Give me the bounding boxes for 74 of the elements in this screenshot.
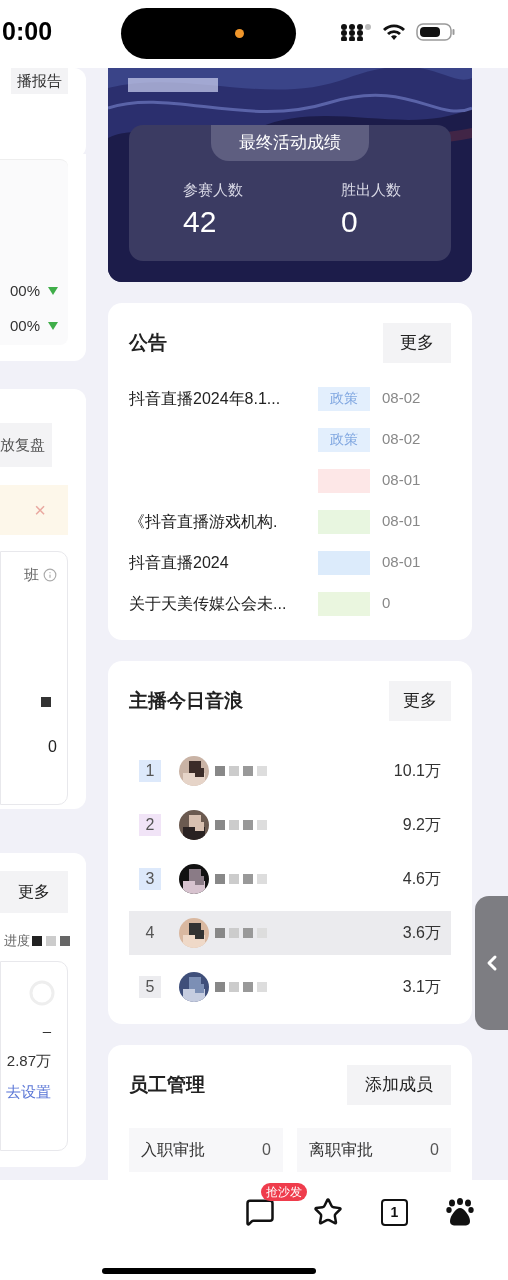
stat-value: 42 bbox=[183, 203, 218, 240]
more-button[interactable]: 更多 bbox=[383, 323, 451, 363]
more-button[interactable]: 更多 bbox=[0, 871, 68, 913]
ratio-value: 00% bbox=[9, 281, 40, 301]
shift-label: 班 bbox=[24, 565, 39, 585]
paw-icon[interactable] bbox=[446, 1198, 474, 1226]
result-title: 最终活动成绩 bbox=[211, 125, 369, 161]
amount-value: 4.6万 bbox=[402, 869, 441, 889]
pixelated-value-drawing bbox=[39, 694, 53, 709]
card-title: 主播今日音浪 bbox=[129, 688, 243, 713]
rank-badge: 2 bbox=[139, 814, 161, 836]
announcement-date: 08-01 bbox=[382, 470, 421, 491]
ranking-row[interactable]: 5 3.1万 bbox=[129, 965, 451, 1009]
battery-icon bbox=[416, 22, 456, 42]
approval-tile[interactable]: 入职审批 0 bbox=[129, 1128, 283, 1172]
ratio-value: 00% bbox=[9, 315, 40, 336]
pixelated-name-drawing bbox=[213, 980, 269, 994]
announcement-row[interactable]: 政策 08-02 bbox=[129, 419, 451, 460]
ranking-row[interactable]: 2 9.2万 bbox=[129, 803, 451, 847]
announcement-date: 08-02 bbox=[382, 388, 421, 409]
announcement-row[interactable]: 08-01 bbox=[129, 460, 451, 501]
category-tag: 政策 bbox=[318, 386, 370, 411]
announcement-date: 0 bbox=[382, 593, 391, 614]
card-title: 员工管理 bbox=[129, 1072, 205, 1097]
ranking-row[interactable]: 3 4.6万 bbox=[129, 857, 451, 901]
card-title: 公告 bbox=[129, 330, 167, 355]
announcement-date: 08-01 bbox=[382, 552, 421, 573]
side-handle[interactable] bbox=[475, 896, 508, 1030]
announcement-title: 关于天美传媒公会未... bbox=[129, 593, 288, 614]
announcement-date: 08-01 bbox=[382, 511, 421, 532]
pixelated-value-drawing bbox=[30, 933, 72, 948]
announcement-row[interactable]: 抖音直播2024年8.1... 政策 08-02 bbox=[129, 378, 451, 419]
announcement-row[interactable]: 抖音直播2024 08-01 bbox=[129, 542, 451, 583]
shift-count: 0 bbox=[48, 736, 57, 757]
amount-dash: – bbox=[42, 1020, 51, 1041]
status-time: 0:00 bbox=[2, 16, 53, 48]
review-tag[interactable]: 放复盘 bbox=[0, 423, 52, 467]
rank-badge: 3 bbox=[139, 868, 161, 890]
category-tag: 政策 bbox=[318, 427, 370, 452]
amount-value: 9.2万 bbox=[402, 815, 441, 835]
rank-badge: 5 bbox=[139, 976, 161, 998]
stat-label: 参赛人数 bbox=[183, 180, 244, 200]
stat-value: 0 bbox=[341, 203, 359, 240]
comment-icon[interactable] bbox=[245, 1197, 275, 1227]
pixelated-name-drawing bbox=[213, 926, 269, 940]
announcement-date: 08-02 bbox=[382, 429, 421, 450]
ranking-row[interactable]: 4 3.6万 bbox=[129, 911, 451, 955]
wifi-icon bbox=[382, 23, 406, 41]
more-button[interactable]: 更多 bbox=[389, 681, 451, 721]
announcement-row[interactable]: 《抖音直播游戏机构. 08-01 bbox=[129, 501, 451, 542]
rank-badge: 1 bbox=[139, 760, 161, 782]
amount-value: 3.1万 bbox=[402, 977, 441, 997]
setup-link[interactable]: 去设置 bbox=[6, 1080, 51, 1103]
announcement-row[interactable]: 关于天美传媒公会未... 0 bbox=[129, 583, 451, 624]
pixelated-name-drawing bbox=[213, 764, 269, 778]
amount-value: 3.6万 bbox=[402, 923, 441, 943]
approval-tile[interactable]: 离职审批 0 bbox=[297, 1128, 451, 1172]
info-icon bbox=[43, 568, 57, 583]
announcement-title: 抖音直播2024 bbox=[129, 552, 230, 573]
comment-badge: 抢沙发 bbox=[261, 1183, 307, 1201]
add-member-button[interactable]: 添加成员 bbox=[347, 1065, 451, 1105]
star-icon[interactable] bbox=[313, 1197, 343, 1227]
amount-value: 10.1万 bbox=[393, 761, 441, 781]
tab-count-button[interactable]: 1 bbox=[381, 1198, 408, 1226]
pixelated-name-drawing bbox=[213, 872, 269, 886]
announcement-title: 抖音直播2024年8.1... bbox=[129, 388, 282, 409]
signal-icon bbox=[340, 23, 372, 41]
announcement-title: 《抖音直播游戏机构. bbox=[129, 511, 279, 532]
ranking-row[interactable]: 1 10.1万 bbox=[129, 749, 451, 793]
report-button[interactable]: 播报告 bbox=[11, 68, 68, 94]
pixelated-name-drawing bbox=[213, 818, 269, 832]
progress-label: 进度 bbox=[4, 932, 30, 950]
amount-value: 2.87万 bbox=[6, 1051, 51, 1071]
stat-label: 胜出人数 bbox=[341, 180, 402, 200]
